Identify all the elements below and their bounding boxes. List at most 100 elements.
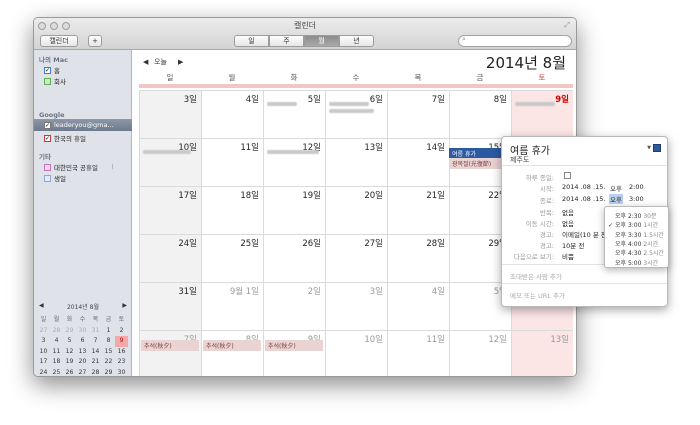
checkbox[interactable]: ✓ [44,134,51,142]
next-icon[interactable]: ▶ [178,58,183,66]
calendar-item-birthdays[interactable]: 생일 [44,173,66,183]
event-chuseok[interactable]: 추석(秋夕) [265,340,323,351]
prev-icon[interactable]: ◀ [143,58,148,66]
day-cell[interactable]: 8일 [201,330,263,376]
add-event-button[interactable]: + [88,35,102,47]
mini-day[interactable]: 8 [102,336,115,347]
view-year-tab[interactable]: 년 [339,35,374,47]
day-cell[interactable]: 10일 [325,330,387,376]
mini-day[interactable]: 26 [63,368,76,377]
mini-day[interactable]: 29 [63,326,76,337]
alert-value[interactable]: 이메일(10 분 전 [562,229,607,239]
mini-day[interactable]: 4 [50,336,63,347]
add-notes[interactable]: 메모 또는 URL 추가 [510,290,565,300]
day-cell[interactable]: 11일 [387,330,449,376]
start-time[interactable]: 2:00 [629,183,644,191]
mini-calendar-grid[interactable]: 일 월 화 수 목 금 토 27 28 29 30 31 1 2 3 4 5 6 7 8 9 10 11 12 13 14 15 16… [37,315,128,377]
mini-day[interactable]: 22 [102,357,115,368]
day-cell[interactable]: 19일 [263,186,325,234]
blurred-event[interactable] [143,150,191,154]
day-cell[interactable]: 5일 [263,90,325,138]
view-month-tab[interactable]: 월 [304,35,339,47]
day-cell[interactable]: 14일 [387,138,449,186]
today-button[interactable]: 오늘 [154,57,167,67]
day-cell[interactable]: 7일 [139,330,201,376]
day-cell[interactable]: 2일 [263,282,325,330]
day-cell[interactable]: 13일 [325,138,387,186]
day-cell[interactable]: 31일 [139,282,201,330]
mini-day[interactable]: 21 [89,357,102,368]
day-cell[interactable]: 10일 [139,138,201,186]
mini-day[interactable]: 31 [89,326,102,337]
calendar-item-kr-public-holidays[interactable]: 대한민국 공휴일 ⌇ [44,162,114,172]
mini-day[interactable]: 24 [37,368,50,377]
allday-checkbox[interactable] [564,172,571,179]
day-cell[interactable]: 4일 [387,282,449,330]
mini-day[interactable]: 1 [102,326,115,337]
end-date[interactable]: 2014 .08 .15. [562,195,605,203]
day-cell[interactable]: 9일 [263,330,325,376]
next-month-icon[interactable]: ▶ [122,302,127,309]
day-cell[interactable]: 7일 [387,90,449,138]
mini-day[interactable]: 2 [115,326,128,337]
end-time-option[interactable]: 오후 3:30 1.5시간 [608,230,664,239]
day-cell[interactable]: 3일 [139,90,201,138]
mini-day[interactable]: 12 [63,347,76,358]
mini-day[interactable]: 13 [76,347,89,358]
calendars-button[interactable]: 캘린더 [40,35,78,47]
mini-day[interactable]: 28 [50,326,63,337]
day-cell[interactable]: 21일 [387,186,449,234]
mini-day[interactable]: 11 [50,347,63,358]
calendar-item-google-account[interactable]: ✓ leaderyou@gma... [44,121,114,129]
blurred-event[interactable] [329,102,369,106]
mini-day[interactable]: 14 [89,347,102,358]
day-cell[interactable]: 18일 [201,186,263,234]
day-cell[interactable]: 11일 [201,138,263,186]
mini-day[interactable]: 3 [37,336,50,347]
view-day-tab[interactable]: 일 [234,35,269,47]
blurred-event[interactable] [267,150,319,154]
day-cell[interactable]: 4일 [201,90,263,138]
mini-day[interactable]: 19 [63,357,76,368]
calendar-item-work[interactable]: 회사 [44,76,66,86]
end-time-option[interactable]: 오후 5:00 3시간 [608,258,658,267]
travel-value[interactable]: 없음 [562,218,574,228]
event-chuseok[interactable]: 추석(秋夕) [203,340,261,351]
end-time-option[interactable]: ✓ 오후 3:00 1시간 [608,220,658,229]
calendar-color-picker[interactable]: ▼ [647,144,661,152]
search-input[interactable]: ⌕ [458,35,572,47]
day-cell[interactable]: 8일 [449,90,511,138]
mini-day[interactable]: 17 [37,357,50,368]
checkbox[interactable] [44,174,51,182]
mini-day[interactable]: 10 [37,347,50,358]
mini-day[interactable]: 18 [50,357,63,368]
view-week-tab[interactable]: 주 [269,35,304,47]
mini-day[interactable]: 23 [115,357,128,368]
day-cell[interactable]: 26일 [263,234,325,282]
day-cell[interactable]: 12일 [263,138,325,186]
event-liberation-day[interactable]: 광복절(光復節) [449,158,507,169]
blurred-event[interactable] [515,102,555,106]
mini-day[interactable]: 30 [76,326,89,337]
mini-day[interactable]: 15 [102,347,115,358]
checkbox[interactable] [44,163,51,171]
start-ampm[interactable]: 오후 [610,183,622,193]
day-cell[interactable]: 28일 [387,234,449,282]
day-cell[interactable]: 25일 [201,234,263,282]
blurred-event[interactable] [267,102,297,106]
checkbox[interactable]: ✓ [44,66,51,74]
mini-day[interactable]: 9 [115,336,128,347]
blurred-event[interactable] [329,109,374,113]
day-cell[interactable]: 3일 [325,282,387,330]
end-time-option[interactable]: 오후 2:30 30분 [608,211,657,220]
mini-day[interactable]: 27 [76,368,89,377]
day-cell[interactable]: 13일 [511,330,573,376]
mini-day[interactable]: 29 [102,368,115,377]
show-as-value[interactable]: 비쁨 [562,251,574,261]
day-cell[interactable]: 27일 [325,234,387,282]
end-time-option[interactable]: 오후 4:30 2.5시간 [608,248,664,257]
day-cell[interactable]: 9일 [511,90,573,138]
checkbox[interactable]: ✓ [44,121,51,129]
event-chuseok[interactable]: 추석(秋夕) [141,340,199,351]
fullscreen-icon[interactable]: ⤢ [564,21,570,30]
